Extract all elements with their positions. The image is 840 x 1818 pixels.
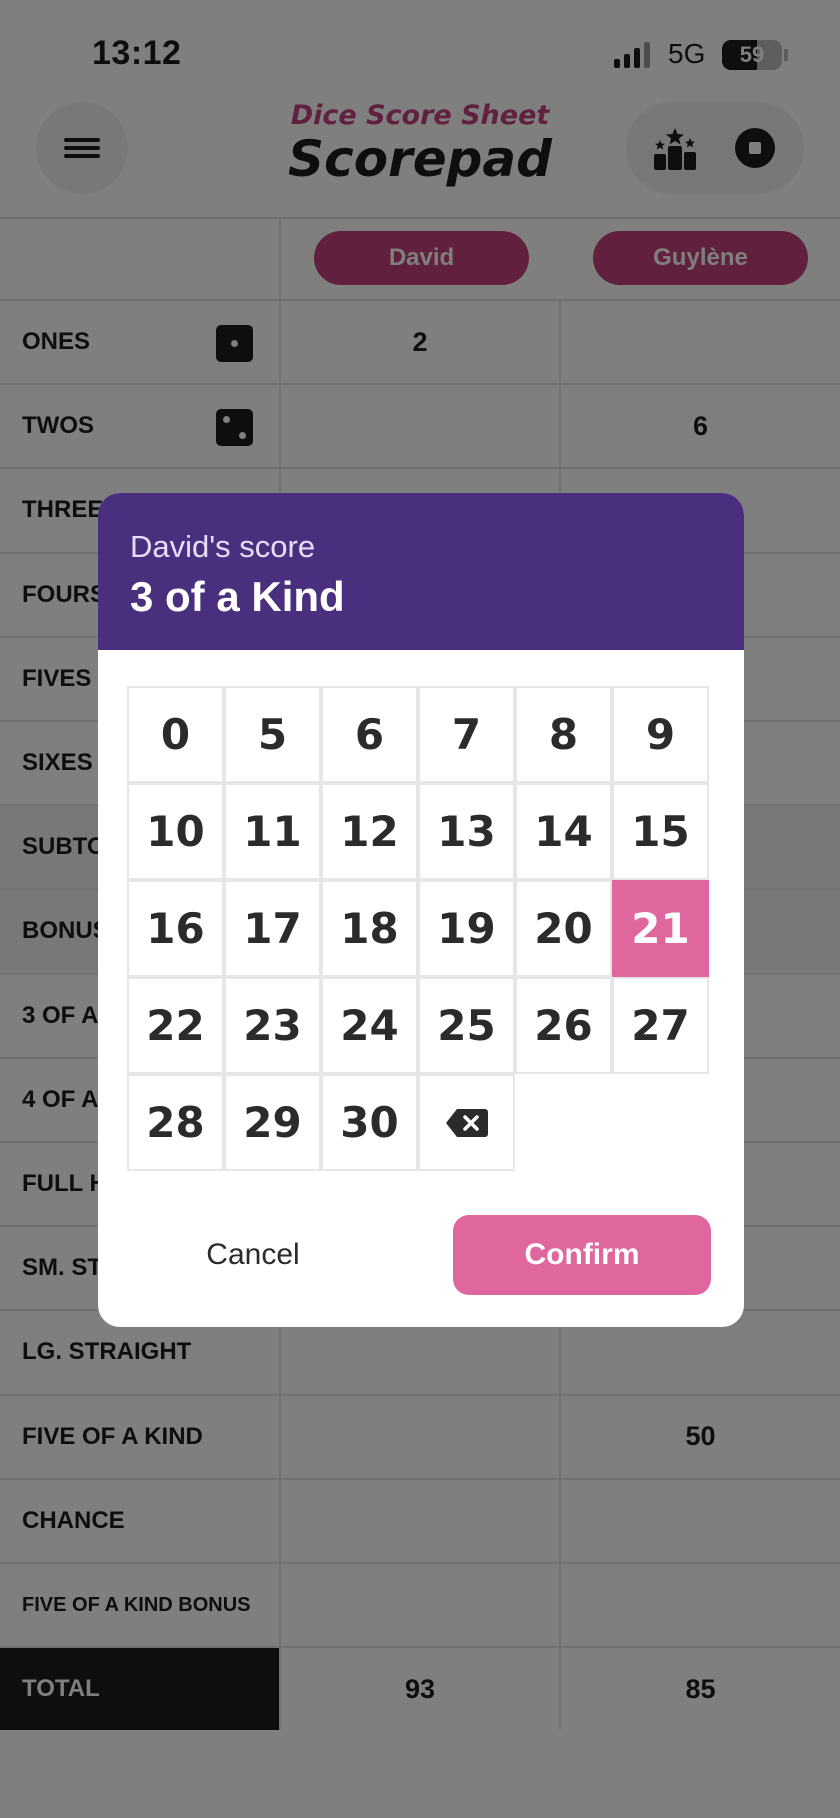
score-key-30[interactable]: 30 (321, 1074, 418, 1171)
score-key-25[interactable]: 25 (418, 977, 515, 1074)
score-key-29[interactable]: 29 (224, 1074, 321, 1171)
score-key-0[interactable]: 0 (127, 686, 224, 783)
score-key-12[interactable]: 12 (321, 783, 418, 880)
score-key-27[interactable]: 27 (612, 977, 709, 1074)
score-key-17[interactable]: 17 (224, 880, 321, 977)
score-key-5[interactable]: 5 (224, 686, 321, 783)
score-key-22[interactable]: 22 (127, 977, 224, 1074)
score-key-26[interactable]: 26 (515, 977, 612, 1074)
dialog-subtitle: David's score (130, 529, 316, 564)
score-key-19[interactable]: 19 (418, 880, 515, 977)
score-key-11[interactable]: 11 (224, 783, 321, 880)
confirm-button[interactable]: Confirm (453, 1215, 711, 1295)
score-key-7[interactable]: 7 (418, 686, 515, 783)
score-dialog: David's score 3 of a Kind 0 5 6 7 8 9 10 11 12 13… (98, 493, 744, 1327)
score-key-14[interactable]: 14 (515, 783, 612, 880)
score-key-24[interactable]: 24 (321, 977, 418, 1074)
score-key-15[interactable]: 15 (612, 783, 709, 880)
score-key-8[interactable]: 8 (515, 686, 612, 783)
score-key-10[interactable]: 10 (127, 783, 224, 880)
score-key-16[interactable]: 16 (127, 880, 224, 977)
score-key-6[interactable]: 6 (321, 686, 418, 783)
backspace-icon (445, 1108, 488, 1137)
backspace-button[interactable] (418, 1074, 515, 1171)
score-keypad: 0 5 6 7 8 9 10 11 12 13 14 15 16 17 18 19 20 21 22 23 24 25 26… (127, 686, 711, 1173)
score-key-23[interactable]: 23 (224, 977, 321, 1074)
dialog-header: David's score 3 of a Kind (98, 493, 744, 650)
score-key-20[interactable]: 20 (515, 880, 612, 977)
score-key-9[interactable]: 9 (612, 686, 709, 783)
score-key-28[interactable]: 28 (127, 1074, 224, 1171)
dialog-title: 3 of a Kind (130, 573, 345, 620)
cancel-button[interactable]: Cancel (148, 1215, 358, 1295)
score-key-18[interactable]: 18 (321, 880, 418, 977)
score-key-13[interactable]: 13 (418, 783, 515, 880)
score-key-21[interactable]: 21 (612, 880, 709, 977)
